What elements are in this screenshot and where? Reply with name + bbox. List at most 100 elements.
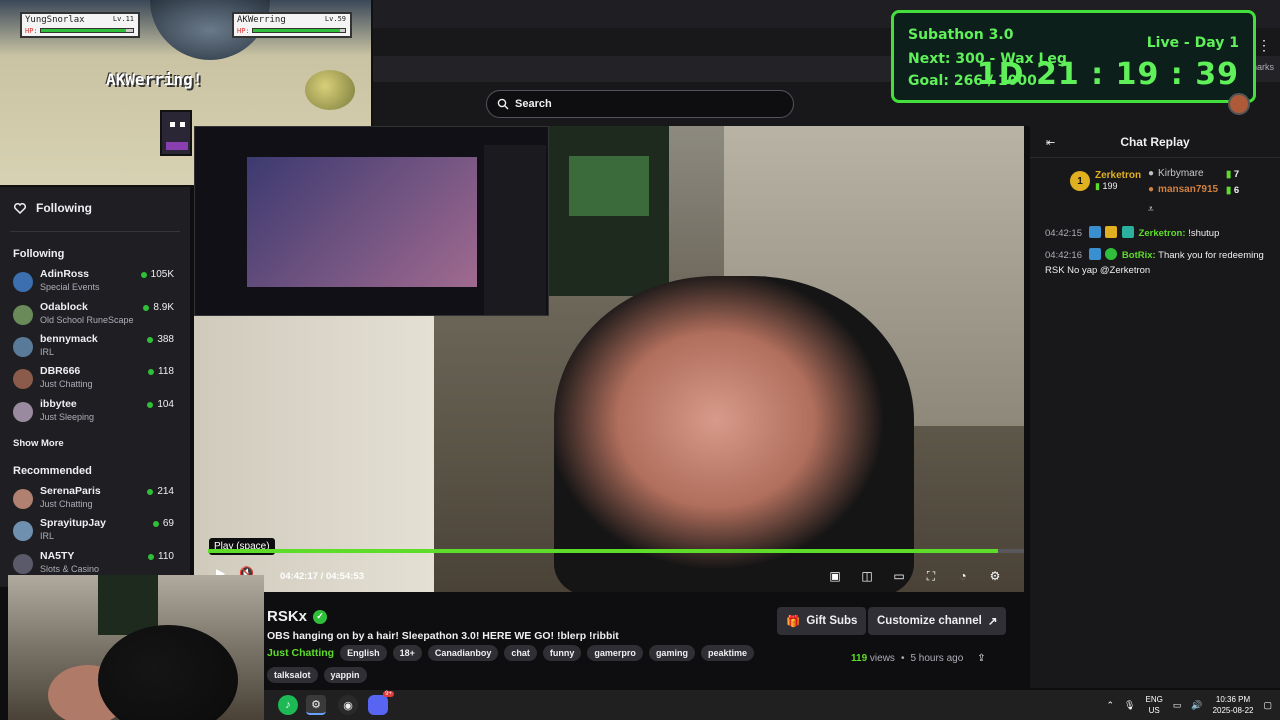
avatar — [13, 554, 33, 574]
microphone-icon[interactable]: 🎙 — [1124, 700, 1135, 711]
leaderboard-third: ● mansan7915 — [1148, 184, 1218, 195]
avatar — [13, 272, 33, 292]
channel-category: Just Sleeping — [40, 412, 95, 422]
speaker-icon[interactable]: 🔊 — [1191, 700, 1202, 711]
system-tray: ⌃ 🎙 ENG US ▭ 🔊 10:36 PM 2025-08-22 ▢ — [1107, 690, 1280, 720]
verified-badge-icon: ✓ — [313, 609, 328, 624]
player1-hp-label: HP: — [25, 27, 38, 35]
channel-name: SprayitupJay — [40, 517, 106, 529]
chat-timestamp: 04:42:16 — [1045, 250, 1082, 261]
chat-username[interactable]: Zerketron — [1139, 228, 1183, 239]
tag-chip[interactable]: chat — [504, 645, 537, 661]
tag-row: Just Chatting English 18+ Canadianboy ch… — [267, 645, 754, 661]
player1-hp-fill — [41, 29, 126, 32]
taskbar-clock[interactable]: 10:36 PM 2025-08-22 — [1213, 694, 1254, 716]
search-icon — [497, 98, 509, 110]
viewer-count: 214 — [147, 486, 174, 497]
search-input[interactable]: Search — [486, 90, 794, 118]
gold-medal-icon: 1 — [1070, 171, 1090, 191]
settings-gear-icon[interactable]: ⚙ — [986, 568, 1004, 584]
leaderboard-third-name: mansan7915 — [1158, 184, 1219, 195]
viewer-count: 69 — [152, 518, 174, 529]
chat-title: Chat Replay — [1120, 135, 1190, 149]
channel-title[interactable]: RSKx ✓ — [267, 608, 328, 625]
live-dot-icon — [140, 271, 147, 278]
spotify-icon[interactable]: ♪ — [278, 695, 298, 715]
stream-info: RSKx ✓ OBS hanging on by a hair! Sleepat… — [264, 600, 1024, 688]
sidebar-channel-odablock[interactable]: Odablock Old School RuneScape 8.9K — [13, 301, 178, 333]
notification-icon[interactable]: ▢ — [1263, 700, 1272, 711]
viewer-count: 8.9K — [143, 302, 174, 313]
sidebar-divider — [10, 231, 180, 232]
sprite-eye — [180, 122, 185, 127]
tray-chevron-icon[interactable]: ⌃ — [1107, 700, 1115, 711]
player2-hp-label: HP: — [237, 27, 250, 35]
obs-icon[interactable]: ◉ — [338, 695, 358, 715]
sidebar-channel-adinross[interactable]: AdinRoss Special Events 105K — [13, 268, 178, 300]
speed-icon[interactable]: ◔ — [954, 568, 972, 584]
theatre-mode-icon[interactable]: ▭ — [890, 568, 908, 584]
network-icon[interactable]: ▭ — [1173, 700, 1182, 711]
clock-time: 10:36 PM — [1215, 695, 1251, 704]
tag-chip[interactable]: Canadianboy — [427, 645, 499, 661]
sidebar-channel-bennymack[interactable]: bennymack IRL 388 — [13, 333, 178, 365]
bronze-medal-icon: ● — [1148, 184, 1155, 195]
expand-leaderboard-icon[interactable]: ⩡ — [1148, 204, 1154, 215]
fullscreen-icon[interactable]: ⛶ — [922, 568, 940, 584]
tag-chip[interactable]: 18+ — [392, 645, 422, 661]
following-nav[interactable]: Following — [14, 201, 92, 215]
chat-timestamp: 04:42:15 — [1045, 228, 1082, 239]
avatar — [13, 489, 33, 509]
customize-channel-button[interactable]: Customize channel ↗ — [868, 607, 1007, 635]
sidebar-channel-ibbytee[interactable]: ibbytee Just Sleeping 104 — [13, 398, 178, 430]
tag-chip[interactable]: funny — [542, 645, 582, 661]
viewer-count-value: 214 — [157, 486, 174, 497]
sidebar-channel-serenaparis[interactable]: SerenaParis Just Chatting 214 — [13, 485, 178, 517]
views-count: 119 — [851, 653, 868, 664]
seek-bar[interactable] — [208, 549, 1024, 553]
clip-icon[interactable]: ▣ — [826, 568, 844, 584]
live-dot-icon — [152, 520, 159, 527]
seek-bar-fill — [208, 549, 998, 553]
tag-chip[interactable]: English — [340, 645, 387, 661]
user-avatar[interactable] — [1228, 93, 1250, 115]
channel-category: Slots & Casino — [40, 564, 100, 574]
game-creature — [305, 70, 355, 110]
customize-channel-label: Customize channel — [877, 615, 982, 627]
stream-category-link[interactable]: Just Chatting — [267, 647, 334, 659]
viewer-count: 118 — [148, 366, 174, 377]
gift-icon: ▮ — [1226, 169, 1232, 180]
steam-icon[interactable]: ⚙ — [306, 695, 326, 715]
channel-category: IRL — [40, 531, 55, 541]
tag-chip[interactable]: gaming — [648, 645, 695, 661]
subathon-timer: 1D 21 : 19 : 39 — [976, 57, 1239, 92]
leaderboard-first-count: ▮ 199 — [1095, 181, 1141, 192]
sidebar: Following Following AdinRoss Special Eve… — [0, 187, 190, 587]
avatar — [13, 305, 33, 325]
show-more-link[interactable]: Show More — [13, 438, 64, 449]
sprite-eye — [170, 122, 175, 127]
viewer-count-value: 118 — [158, 366, 174, 377]
channel-category: IRL — [40, 347, 55, 357]
chat-username[interactable]: BotRix — [1122, 250, 1153, 261]
time-current: 04:42:17 — [280, 571, 319, 582]
share-icon[interactable]: ⇪ — [977, 653, 985, 664]
badge-icon — [1088, 248, 1101, 260]
tag-chip[interactable]: peaktime — [700, 645, 754, 661]
viewer-count: 110 — [148, 551, 174, 562]
discord-icon[interactable]: 9+ — [368, 691, 394, 715]
sidebar-channel-dbr666[interactable]: DBR666 Just Chatting 118 — [13, 365, 178, 397]
video-player[interactable] — [194, 126, 1024, 592]
gift-leaderboard[interactable]: 1 Zerketron ▮ 199 ● Kirbymare ▮ 7 ● mans… — [1030, 164, 1280, 218]
tag-chip[interactable]: talksalot — [267, 667, 318, 683]
viewer-count: 104 — [147, 399, 174, 410]
tag-chip[interactable]: yappin — [323, 667, 367, 683]
language-indicator[interactable]: ENG US — [1145, 694, 1162, 716]
tag-chip[interactable]: gamerpro — [587, 645, 643, 661]
channel-name[interactable]: RSKx — [267, 608, 307, 625]
miniplayer-icon[interactable]: ◫ — [858, 568, 876, 584]
more-menu-icon[interactable]: ⋮ — [1257, 37, 1271, 54]
sidebar-channel-sprayitupjay[interactable]: SprayitupJay IRL 69 — [13, 517, 178, 549]
external-link-icon: ↗ — [987, 616, 998, 628]
gift-subs-button[interactable]: 🎁 Gift Subs — [777, 607, 867, 635]
